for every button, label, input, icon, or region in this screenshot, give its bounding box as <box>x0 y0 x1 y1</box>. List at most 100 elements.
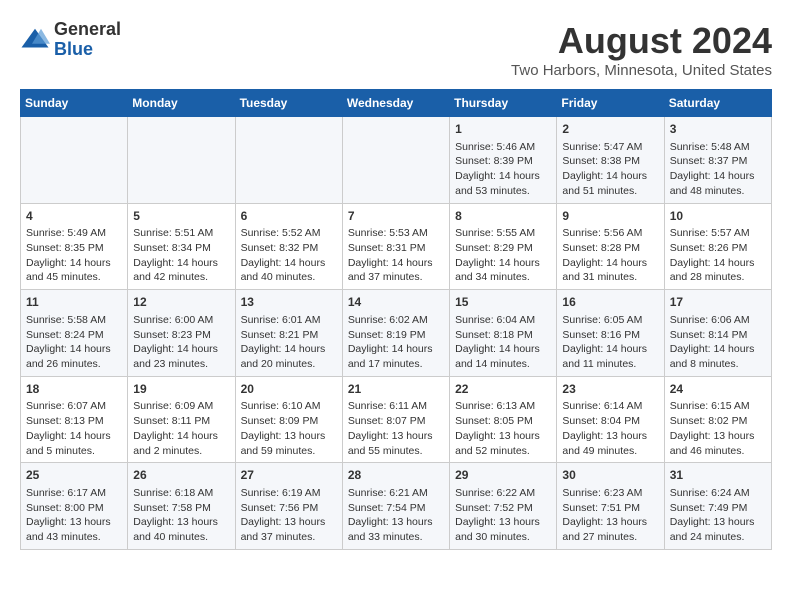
calendar-cell: 20Sunrise: 6:10 AMSunset: 8:09 PMDayligh… <box>235 376 342 463</box>
cell-line: Sunset: 8:16 PM <box>562 329 640 341</box>
cell-content: Sunrise: 6:17 AMSunset: 8:00 PMDaylight:… <box>26 486 122 545</box>
cell-line: Daylight: 14 hours and 2 minutes. <box>133 430 218 457</box>
cell-content: Sunrise: 6:13 AMSunset: 8:05 PMDaylight:… <box>455 399 551 458</box>
logo-general: General <box>54 19 121 39</box>
day-number: 2 <box>562 121 658 138</box>
cell-content: Sunrise: 6:01 AMSunset: 8:21 PMDaylight:… <box>241 313 337 372</box>
calendar-cell <box>128 117 235 204</box>
cell-line: Sunrise: 6:17 AM <box>26 487 106 499</box>
cell-line: Sunrise: 6:11 AM <box>348 400 427 412</box>
calendar-row-5: 25Sunrise: 6:17 AMSunset: 8:00 PMDayligh… <box>21 463 772 550</box>
cell-content: Sunrise: 6:18 AMSunset: 7:58 PMDaylight:… <box>133 486 229 545</box>
day-number: 31 <box>670 467 766 484</box>
cell-content: Sunrise: 5:48 AMSunset: 8:37 PMDaylight:… <box>670 140 766 199</box>
logo-blue: Blue <box>54 39 93 59</box>
calendar-cell: 1Sunrise: 5:46 AMSunset: 8:39 PMDaylight… <box>450 117 557 204</box>
day-number: 4 <box>26 208 122 225</box>
cell-line: Sunrise: 6:23 AM <box>562 487 642 499</box>
cell-content: Sunrise: 5:57 AMSunset: 8:26 PMDaylight:… <box>670 226 766 285</box>
day-number: 28 <box>348 467 444 484</box>
cell-line: Sunrise: 6:21 AM <box>348 487 428 499</box>
calendar-cell: 19Sunrise: 6:09 AMSunset: 8:11 PMDayligh… <box>128 376 235 463</box>
calendar-cell: 26 Sunrise: 6:18 AMSunset: 7:58 PMDayligh… <box>128 463 235 550</box>
cell-content: Sunrise: 5:58 AMSunset: 8:24 PMDaylight:… <box>26 313 122 372</box>
cell-line: Daylight: 14 hours and 14 minutes. <box>455 343 540 370</box>
cell-line: Sunrise: 6:01 AM <box>241 314 321 326</box>
cell-line: Daylight: 14 hours and 51 minutes. <box>562 170 647 197</box>
cell-content: Sunrise: 5:56 AMSunset: 8:28 PMDaylight:… <box>562 226 658 285</box>
cell-line: Sunset: 8:02 PM <box>670 415 748 427</box>
cell-line: Daylight: 14 hours and 17 minutes. <box>348 343 433 370</box>
day-number: 21 <box>348 381 444 398</box>
cell-line: Daylight: 13 hours and 33 minutes. <box>348 516 433 543</box>
cell-line: Sunrise: 6:14 AM <box>562 400 642 412</box>
day-number: 16 <box>562 294 658 311</box>
day-number: 5 <box>133 208 229 225</box>
calendar-cell: 13 Sunrise: 6:01 AMSunset: 8:21 PMDayligh… <box>235 290 342 377</box>
cell-line: Sunset: 7:56 PM <box>241 502 319 514</box>
calendar-cell: 3Sunrise: 5:48 AMSunset: 8:37 PMDaylight… <box>664 117 771 204</box>
cell-line: Sunset: 8:07 PM <box>348 415 426 427</box>
cell-line: Daylight: 14 hours and 40 minutes. <box>241 257 326 284</box>
day-number: 17 <box>670 294 766 311</box>
cell-line: Sunset: 8:39 PM <box>455 155 533 167</box>
calendar-cell <box>342 117 449 204</box>
day-number: 6 <box>241 208 337 225</box>
calendar-cell: 15Sunrise: 6:04 AMSunset: 8:18 PMDayligh… <box>450 290 557 377</box>
cell-line: Sunset: 8:11 PM <box>133 415 210 427</box>
cell-line: Daylight: 13 hours and 40 minutes. <box>133 516 218 543</box>
cell-line: Sunrise: 5:48 AM <box>670 141 750 153</box>
cell-line: Sunrise: 6:19 AM <box>241 487 321 499</box>
day-number: 20 <box>241 381 337 398</box>
calendar-cell: 9Sunrise: 5:56 AMSunset: 8:28 PMDaylight… <box>557 203 664 290</box>
cell-line: Sunrise: 5:53 AM <box>348 227 428 239</box>
calendar-cell: 23Sunrise: 6:14 AMSunset: 8:04 PMDayligh… <box>557 376 664 463</box>
cell-line: Sunrise: 6:24 AM <box>670 487 750 499</box>
cell-content: Sunrise: 6:07 AMSunset: 8:13 PMDaylight:… <box>26 399 122 458</box>
cell-content: Sunrise: 6:19 AMSunset: 7:56 PMDaylight:… <box>241 486 337 545</box>
cell-content: Sunrise: 5:47 AMSunset: 8:38 PMDaylight:… <box>562 140 658 199</box>
cell-line: Daylight: 14 hours and 20 minutes. <box>241 343 326 370</box>
cell-content: Sunrise: 6:24 AMSunset: 7:49 PMDaylight:… <box>670 486 766 545</box>
logo-text: General Blue <box>54 20 121 60</box>
cell-line: Sunset: 8:13 PM <box>26 415 104 427</box>
day-number: 14 <box>348 294 444 311</box>
day-number: 27 <box>241 467 337 484</box>
cell-line: Sunrise: 5:55 AM <box>455 227 535 239</box>
cell-content: Sunrise: 6:06 AMSunset: 8:14 PMDaylight:… <box>670 313 766 372</box>
cell-line: Daylight: 14 hours and 23 minutes. <box>133 343 218 370</box>
cell-line: Daylight: 13 hours and 55 minutes. <box>348 430 433 457</box>
cell-line: Sunrise: 5:47 AM <box>562 141 642 153</box>
cell-line: Daylight: 13 hours and 27 minutes. <box>562 516 647 543</box>
calendar-cell: 31 Sunrise: 6:24 AMSunset: 7:49 PMDayligh… <box>664 463 771 550</box>
cell-content: Sunrise: 6:05 AMSunset: 8:16 PMDaylight:… <box>562 313 658 372</box>
cell-line: Sunrise: 6:18 AM <box>133 487 213 499</box>
cell-line: Sunset: 8:37 PM <box>670 155 748 167</box>
day-number: 13 <box>241 294 337 311</box>
calendar-cell: 12Sunrise: 6:00 AMSunset: 8:23 PMDayligh… <box>128 290 235 377</box>
cell-line: Sunset: 7:54 PM <box>348 502 426 514</box>
day-number: 9 <box>562 208 658 225</box>
cell-line: Sunset: 8:00 PM <box>26 502 104 514</box>
cell-line: Sunrise: 6:04 AM <box>455 314 535 326</box>
calendar-cell: 18Sunrise: 6:07 AMSunset: 8:13 PMDayligh… <box>21 376 128 463</box>
cell-content: Sunrise: 6:21 AM Sunset: 7:54 PM Daylight:… <box>348 486 444 545</box>
calendar-cell <box>235 117 342 204</box>
day-number: 26 <box>133 467 229 484</box>
cell-line: Daylight: 14 hours and 37 minutes. <box>348 257 433 284</box>
day-number: 29 <box>455 467 551 484</box>
cell-line: Daylight: 14 hours and 28 minutes. <box>670 257 755 284</box>
cell-content: Sunrise: 5:53 AMSunset: 8:31 PMDaylight:… <box>348 226 444 285</box>
col-wednesday: Wednesday <box>342 90 449 117</box>
calendar-cell: 6Sunrise: 5:52 AMSunset: 8:32 PMDaylight… <box>235 203 342 290</box>
cell-line: Daylight: 13 hours and 30 minutes. <box>455 516 540 543</box>
cell-line: Sunrise: 5:46 AM <box>455 141 535 153</box>
day-number: 18 <box>26 381 122 398</box>
cell-line: Daylight: 13 hours and 49 minutes. <box>562 430 647 457</box>
calendar-row-1: 1Sunrise: 5:46 AMSunset: 8:39 PMDaylight… <box>21 117 772 204</box>
calendar-cell: 10Sunrise: 5:57 AMSunset: 8:26 PMDayligh… <box>664 203 771 290</box>
cell-content: Sunrise: 5:49 AMSunset: 8:35 PMDaylight:… <box>26 226 122 285</box>
cell-line: Sunrise: 6:22 AM <box>455 487 535 499</box>
cell-line: Sunset: 8:34 PM <box>133 242 211 254</box>
cell-line: Daylight: 13 hours and 59 minutes. <box>241 430 326 457</box>
